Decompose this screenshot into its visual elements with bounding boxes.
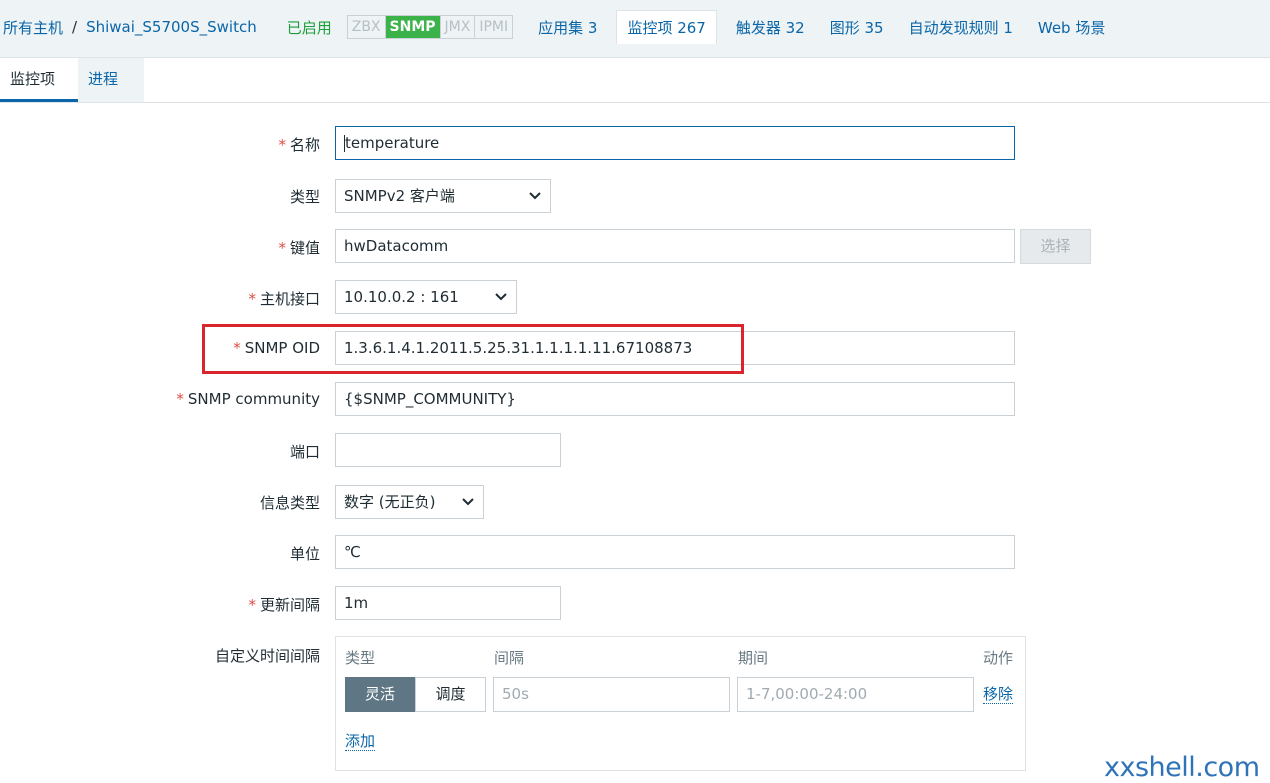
snmp-community-label: * SNMP community [176,390,320,408]
name-input[interactable]: temperature [335,126,1015,160]
type-select[interactable]: SNMPv2 客户端 [335,179,551,213]
status-enabled[interactable]: 已启用 [287,17,332,38]
interface-select[interactable]: 10.10.0.2 : 161 [335,280,517,314]
required-mark: * [278,136,286,154]
port-label: 端口 [289,443,320,461]
subtab-preprocessing[interactable]: 进程 [78,58,144,102]
subtab-item[interactable]: 监控项 [0,58,78,102]
snmp-community-label-text: SNMP community [187,390,320,408]
custom-intervals-label: 自定义时间间隔 [214,647,320,665]
watermark-text: xxshell.com [1104,752,1260,783]
tab-web-scenarios[interactable]: Web 场景 [1038,17,1105,38]
chevron-down-icon [461,486,475,518]
host-nav: 所有主机 / Shiwai_S5700S_Switch 已启用 ZBX SNMP… [0,9,1105,45]
interface-select-value: 10.10.0.2 : 161 [344,288,459,306]
info-type-label: 信息类型 [259,494,320,512]
tab-graphs[interactable]: 图形 35 [830,17,884,38]
breadcrumb-all-hosts[interactable]: 所有主机 [3,17,63,38]
key-input[interactable]: hwDatacomm [335,229,1015,263]
col-period-header: 期间 [738,649,769,667]
key-label: * 键值 [278,237,320,258]
name-label: * 名称 [278,134,320,155]
snmp-community-input[interactable]: {$SNMP_COMMUNITY} [335,382,1015,416]
remove-link[interactable]: 移除 [983,685,1014,704]
units-label: 单位 [289,545,320,563]
add-link[interactable]: 添加 [345,732,376,751]
custom-period-input[interactable]: 1-7,00:00-24:00 [737,677,974,712]
info-type-select[interactable]: 数字 (无正负) [335,485,484,519]
update-interval-label-text: 更新间隔 [259,596,320,614]
name-input-value: temperature [345,134,440,152]
annotation-highlight-box [202,324,744,374]
key-label-text: 键值 [289,239,320,257]
tab-applications[interactable]: 应用集 3 [538,17,597,38]
required-mark: * [248,290,256,308]
update-interval-label: * 更新间隔 [248,594,320,615]
interface-label: * 主机接口 [248,288,320,309]
col-interval-header: 间隔 [494,649,525,667]
breadcrumb-separator: / [72,18,78,36]
chevron-down-icon [528,180,542,212]
update-interval-input[interactable]: 1m [335,586,561,620]
breadcrumb-host[interactable]: Shiwai_S5700S_Switch [86,18,257,36]
required-mark: * [176,390,184,408]
info-type-select-value: 数字 (无正负) [344,493,436,511]
custom-interval-input[interactable]: 50s [493,677,730,712]
badge-ipmi: IPMI [479,19,509,35]
tab-discovery-rules[interactable]: 自动发现规则 1 [909,17,1013,38]
name-label-text: 名称 [289,136,320,154]
required-mark: * [248,596,256,614]
form-tabs: 监控项 进程 [0,58,1270,103]
tab-items[interactable]: 监控项 267 [616,10,717,44]
port-input[interactable] [335,433,561,467]
required-mark: * [278,239,286,257]
units-input[interactable]: ℃ [335,535,1015,569]
type-label: 类型 [289,188,320,206]
col-type-header: 类型 [345,649,376,667]
host-header-bar: 所有主机 / Shiwai_S5700S_Switch 已启用 ZBX SNMP… [0,0,1270,58]
segment-flexible[interactable]: 灵活 [345,677,415,712]
type-select-value: SNMPv2 客户端 [344,187,455,205]
badge-jmx: JMX [441,16,476,38]
select-key-button[interactable]: 选择 [1020,229,1091,264]
chevron-down-icon [494,281,508,313]
col-action-header: 动作 [983,649,1014,667]
interface-label-text: 主机接口 [259,290,320,308]
tab-triggers[interactable]: 触发器 32 [736,17,805,38]
badge-snmp: SNMP [385,16,441,38]
badge-zbx: ZBX [348,16,386,38]
availability-badges: ZBX SNMP JMX IPMI [346,15,514,39]
segment-scheduling[interactable]: 调度 [415,677,486,712]
